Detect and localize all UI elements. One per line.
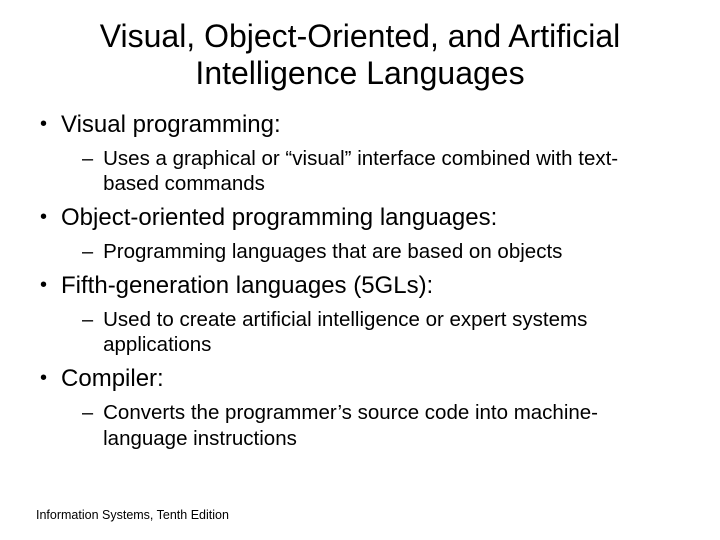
list-item: • Compiler: – Converts the programmer’s … xyxy=(40,364,684,451)
list-item-text: Fifth-generation languages (5GLs): xyxy=(61,271,433,301)
sub-list-item: – Programming languages that are based o… xyxy=(82,239,684,265)
bullet-icon: • xyxy=(40,203,47,231)
list-item-text: Object-oriented programming languages: xyxy=(61,203,497,233)
dash-icon: – xyxy=(82,146,93,172)
sub-list-item: – Used to create artificial intelligence… xyxy=(82,307,684,358)
dash-icon: – xyxy=(82,239,93,265)
slide-footer: Information Systems, Tenth Edition xyxy=(36,508,229,522)
list-item: • Fifth-generation languages (5GLs): – U… xyxy=(40,271,684,358)
bullet-icon: • xyxy=(40,110,47,138)
list-item-text: Compiler: xyxy=(61,364,164,394)
sub-list-item: – Converts the programmer’s source code … xyxy=(82,400,684,451)
list-item: • Visual programming: – Uses a graphical… xyxy=(40,110,684,197)
sub-list: – Uses a graphical or “visual” interface… xyxy=(82,146,684,197)
sub-list: – Used to create artificial intelligence… xyxy=(82,307,684,358)
sub-list-item-text: Used to create artificial intelligence o… xyxy=(103,307,663,358)
list-item-text: Visual programming: xyxy=(61,110,281,140)
sub-list-item: – Uses a graphical or “visual” interface… xyxy=(82,146,684,197)
slide-title: Visual, Object-Oriented, and Artificial … xyxy=(36,18,684,92)
bullet-icon: • xyxy=(40,364,47,392)
sub-list: – Converts the programmer’s source code … xyxy=(82,400,684,451)
sub-list-item-text: Converts the programmer’s source code in… xyxy=(103,400,663,451)
sub-list-item-text: Programming languages that are based on … xyxy=(103,239,562,265)
slide: Visual, Object-Oriented, and Artificial … xyxy=(0,0,720,540)
dash-icon: – xyxy=(82,400,93,426)
sub-list: – Programming languages that are based o… xyxy=(82,239,684,265)
sub-list-item-text: Uses a graphical or “visual” interface c… xyxy=(103,146,663,197)
bullet-list: • Visual programming: – Uses a graphical… xyxy=(36,110,684,452)
bullet-icon: • xyxy=(40,271,47,299)
dash-icon: – xyxy=(82,307,93,333)
list-item: • Object-oriented programming languages:… xyxy=(40,203,684,265)
